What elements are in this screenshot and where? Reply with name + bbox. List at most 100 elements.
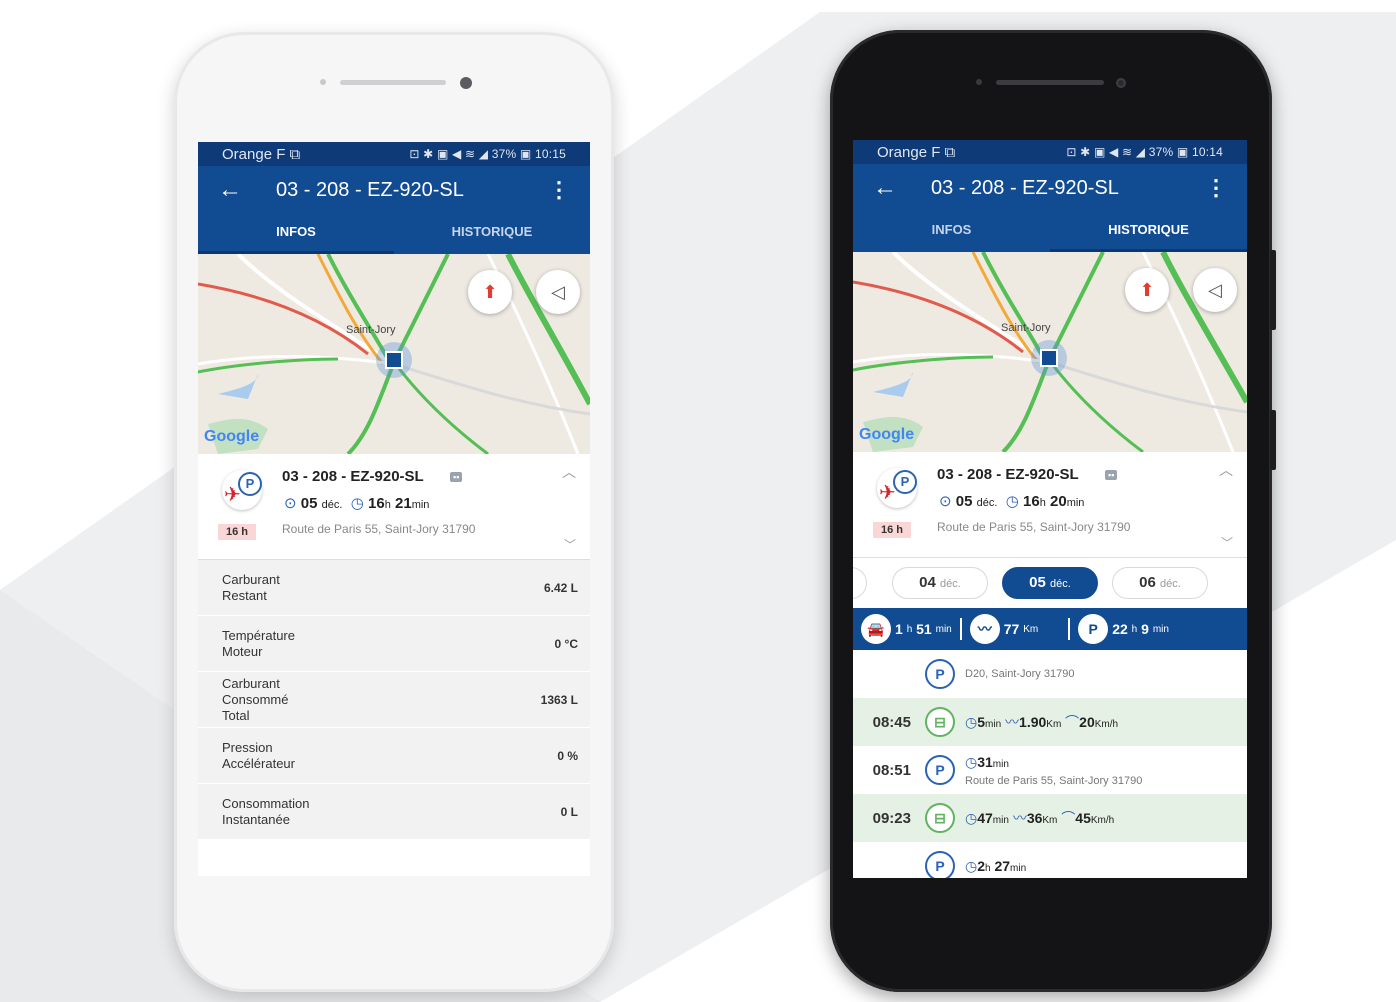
park-duration-hours: 2 xyxy=(977,857,986,874)
map-roads xyxy=(853,252,1247,452)
timeline-time: 08:45 xyxy=(872,713,911,731)
chevron-up-icon[interactable]: ︿ xyxy=(562,462,576,482)
sensor-dot xyxy=(460,77,472,89)
park-duration-unit: min xyxy=(992,758,1009,770)
hour-badge: 16 h xyxy=(873,522,912,538)
date-pill-selected[interactable]: 05 déc. xyxy=(1002,567,1098,599)
park-duration: 31 xyxy=(977,753,993,770)
chevron-down-icon[interactable]: ﹀ xyxy=(564,536,576,553)
overflow-menu-icon[interactable]: ⋮ xyxy=(548,177,570,203)
park-hours-unit: h xyxy=(1131,623,1138,635)
date-pill[interactable]: 06 déc. xyxy=(1112,567,1208,599)
parking-icon: P xyxy=(925,851,955,878)
status-icons: ⊡ ✱ ▣ ◀ ≋ ◢ 37% ▣ 10:14 xyxy=(1066,145,1223,159)
tab-historique[interactable]: HISTORIQUE xyxy=(394,214,590,254)
carrier-label: Orange F ⧉ xyxy=(877,143,956,161)
map-town-label: Saint-Jory xyxy=(1001,322,1051,334)
vehicle-address: Route de Paris 55, Saint-Jory 31790 xyxy=(282,522,476,536)
duration-hours: 16 xyxy=(368,495,385,512)
sensor-dot xyxy=(1116,78,1126,88)
route-icon: 〰 xyxy=(1005,714,1020,730)
chevron-down-icon[interactable]: ﹀ xyxy=(1221,534,1233,551)
trip-duration: 5 xyxy=(977,714,986,730)
vehicle-card[interactable]: ✈ P 03 - 208 - EZ-920-SL ▪▪ ⊙ 05 déc. ◷ … xyxy=(853,452,1247,558)
date-pill-month: déc. xyxy=(1160,578,1181,590)
timeline-row-drive[interactable]: 08:45 ⊟ ◷5min 〰1.90Km ⌒20Km/h xyxy=(853,698,1247,746)
vehicle-name: 03 - 208 - EZ-920-SL xyxy=(282,468,424,485)
timeline-row-park[interactable]: P ◷2h 27min xyxy=(853,842,1247,878)
date-pill-num: 06 xyxy=(1139,574,1156,591)
timeline-row-park[interactable]: 08:51 P ◷31min Route de Paris 55, Saint-… xyxy=(853,746,1247,794)
timeline-row-drive[interactable]: 09:23 ⊟ ◷47min 〰36Km ⌒45Km/h xyxy=(853,794,1247,842)
trip-speed-unit: Km/h xyxy=(1090,815,1115,826)
trip-duration-unit: min xyxy=(985,719,1002,730)
parking-icon: P xyxy=(1078,614,1109,644)
map-view[interactable]: ⬆ ◁ Saint-Jory Google xyxy=(198,254,590,454)
vehicle-meta: ⊙ 05 déc. ◷ 16h 21min xyxy=(284,494,429,512)
route-icon: 〰 xyxy=(1012,810,1027,826)
route-icon: 〰 xyxy=(969,614,1000,644)
tab-bar: INFOS HISTORIQUE xyxy=(198,214,590,254)
timeline-time: 09:23 xyxy=(872,809,911,827)
date-pill-num: 04 xyxy=(919,574,936,591)
day-summary: 🚘 1 h 51 min 〰 77 Km P 22 h 9 min xyxy=(853,608,1247,650)
vehicle-badge: ▪▪ xyxy=(1105,470,1118,480)
tab-infos[interactable]: INFOS xyxy=(198,214,394,254)
front-camera xyxy=(976,79,982,85)
info-value: 6.42 L xyxy=(543,580,578,595)
calendar-icon: ⊙ xyxy=(284,495,297,512)
app-bar: ← 03 - 208 - EZ-920-SL ⋮ xyxy=(198,166,590,214)
overflow-menu-icon[interactable]: ⋮ xyxy=(1205,175,1227,201)
vehicle-address: Route de Paris 55, Saint-Jory 31790 xyxy=(937,520,1131,534)
chevron-up-icon[interactable]: ︿ xyxy=(1219,460,1233,480)
vehicle-avatar: ✈ P xyxy=(222,470,262,510)
map-roads xyxy=(198,254,590,454)
date-pill[interactable]: 04 déc. xyxy=(892,567,988,599)
info-row-fuel-total: Carburant Consommé Total 1363 L xyxy=(198,672,590,728)
google-logo: Google xyxy=(204,428,260,445)
screen-historique: Orange F ⧉ ⊡ ✱ ▣ ◀ ≋ ◢ 37% ▣ 10:14 ← 03 … xyxy=(853,140,1247,878)
tab-historique[interactable]: HISTORIQUE xyxy=(1050,212,1247,252)
park-minutes: 9 xyxy=(1141,621,1149,637)
earpiece-speaker xyxy=(340,80,446,85)
date-pill-previous[interactable] xyxy=(853,567,867,599)
screen-infos: Orange F ⧉ ⊡ ✱ ▣ ◀ ≋ ◢ 37% ▣ 10:15 ← 03 … xyxy=(198,142,590,876)
tab-bar: INFOS HISTORIQUE xyxy=(853,212,1247,252)
date-month: déc. xyxy=(976,497,998,509)
parking-icon: P xyxy=(238,472,262,496)
map-view[interactable]: ⬆ ◁ Saint-Jory Google xyxy=(853,252,1247,452)
timeline-address: D20, Saint-Jory 31790 xyxy=(965,668,1075,680)
date-month: déc. xyxy=(321,499,343,511)
park-duration: 27 xyxy=(994,857,1011,874)
info-value: 0 L xyxy=(560,804,578,819)
park-duration-unit: min xyxy=(1010,862,1027,874)
front-camera xyxy=(320,79,326,85)
drive-minutes: 51 xyxy=(916,621,932,637)
parking-icon: P xyxy=(925,755,955,785)
tab-infos[interactable]: INFOS xyxy=(853,212,1050,252)
speed-icon: ⌒ xyxy=(1065,714,1080,730)
locate-icon[interactable]: ◁ xyxy=(536,270,580,314)
info-label: Température Moteur xyxy=(222,627,295,659)
duration-minutes-unit: min xyxy=(411,499,430,511)
duration-minutes-unit: min xyxy=(1066,497,1085,509)
divider xyxy=(959,618,962,640)
drive-hours: 1 xyxy=(895,621,903,637)
trip-distance-unit: Km xyxy=(1042,815,1058,826)
compass-icon[interactable]: ⬆ xyxy=(468,270,512,314)
carrier-label: Orange F ⧉ xyxy=(222,145,301,163)
locate-icon[interactable]: ◁ xyxy=(1193,268,1237,312)
drive-hours-unit: h xyxy=(906,623,913,635)
back-arrow-icon[interactable]: ← xyxy=(218,176,276,204)
vehicle-card[interactable]: ✈ P 03 - 208 - EZ-920-SL ▪▪ ⊙ 05 déc. ◷ … xyxy=(198,454,590,560)
timeline-park-details: ◷31min Route de Paris 55, Saint-Jory 317… xyxy=(965,754,1142,787)
back-arrow-icon[interactable]: ← xyxy=(873,174,931,202)
info-row-engine-temp: Température Moteur 0 °C xyxy=(198,616,590,672)
clock-icon: ◷ xyxy=(965,857,978,874)
hour-badge: 16 h xyxy=(218,524,257,540)
car-icon: 🚘 xyxy=(861,614,891,644)
status-icons: ⊡ ✱ ▣ ◀ ≋ ◢ 37% ▣ 10:15 xyxy=(409,147,566,161)
trip-duration: 47 xyxy=(977,810,993,826)
timeline-row-park[interactable]: P D20, Saint-Jory 31790 xyxy=(853,650,1247,698)
compass-icon[interactable]: ⬆ xyxy=(1125,268,1169,312)
